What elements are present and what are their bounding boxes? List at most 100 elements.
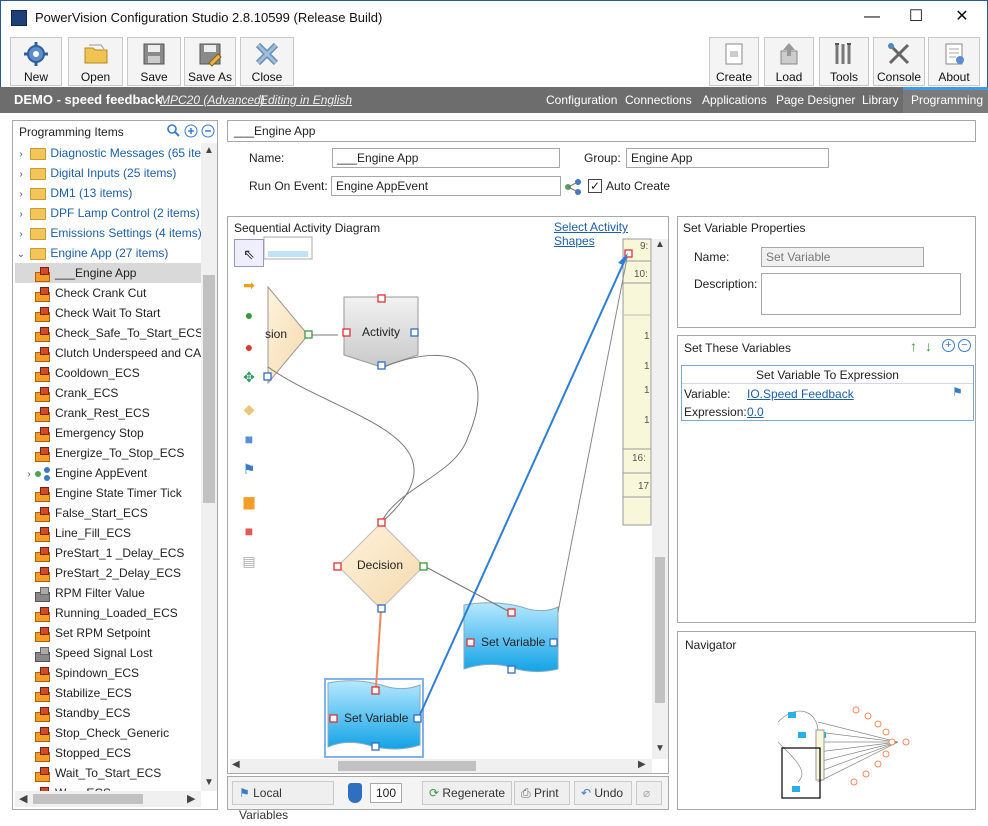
tree-item[interactable]: Clutch Underspeed and CAN — [15, 343, 203, 363]
zoom-input[interactable]: 100 — [370, 783, 402, 803]
scroll-up-arrow[interactable]: ▲ — [204, 145, 214, 156]
new-button[interactable]: New — [10, 37, 62, 86]
print-button[interactable]: ⎙ Print — [514, 781, 570, 805]
move-up-icon[interactable]: ↑ — [910, 338, 917, 354]
tree-item[interactable]: Set RPM Setpoint — [15, 623, 203, 643]
end-node-icon[interactable]: ● — [234, 333, 264, 361]
prop-name-input[interactable]: Set Variable — [761, 247, 924, 267]
variable-picker-icon[interactable]: ⚑ — [952, 385, 963, 399]
scroll-up-arrow[interactable]: ▲ — [655, 239, 665, 250]
device-link[interactable]: MPC20 (Advanced) — [160, 93, 265, 107]
maximize-button[interactable]: ☐ — [893, 1, 939, 35]
diagram-horizontal-scrollbar[interactable]: ◀ ▶ — [230, 759, 652, 773]
tree-item[interactable]: ___Engine App — [15, 263, 203, 283]
tree-item[interactable]: RPM Filter Value — [15, 583, 203, 603]
tree-item[interactable]: Energize_To_Stop_ECS — [15, 443, 203, 463]
hscroll-thumb[interactable] — [33, 794, 143, 804]
scroll-thumb[interactable] — [203, 275, 215, 503]
language-link[interactable]: Editing in English — [260, 93, 352, 107]
set-variable-tool-icon[interactable]: ⚑ — [234, 455, 264, 483]
stop-tool-icon[interactable]: ■ — [234, 517, 264, 545]
expression-link[interactable]: 0.0 — [747, 405, 764, 419]
clear-button[interactable]: ⌀ — [636, 781, 662, 805]
event-tree-icon[interactable] — [564, 178, 582, 196]
console-button[interactable]: Console — [873, 37, 925, 86]
tab-library[interactable]: Library — [862, 93, 899, 107]
tree-item[interactable]: Speed Signal Lost — [15, 643, 203, 663]
scroll-left-arrow[interactable]: ◀ — [19, 792, 27, 805]
tree-folder[interactable]: › Digital Inputs (25 items) — [15, 163, 203, 183]
tree-folder[interactable]: › Diagnostic Messages (65 items) — [15, 143, 203, 163]
tree-item[interactable]: Spindown_ECS — [15, 663, 203, 683]
tree-item[interactable]: Cooldown_ECS — [15, 363, 203, 383]
tree-vertical-scrollbar[interactable]: ▲ ▼ — [201, 143, 217, 791]
tree-item[interactable]: False_Start_ECS — [15, 503, 203, 523]
tab-page-designer[interactable]: Page Designer — [776, 93, 855, 107]
open-button[interactable]: Open — [68, 37, 123, 86]
scroll-right-arrow[interactable]: ▶ — [187, 792, 195, 805]
start-node-icon[interactable]: ● — [234, 301, 264, 329]
tree-item[interactable]: W___ECS — [15, 783, 203, 791]
tree-item[interactable]: Running_Loaded_ECS — [15, 603, 203, 623]
regenerate-button[interactable]: ⟳ Regenerate — [422, 781, 512, 805]
tree-item[interactable]: › Engine AppEvent — [15, 463, 203, 483]
tree-folder[interactable]: › DPF Lamp Control (2 items) — [15, 203, 203, 223]
group-input[interactable]: Engine App — [626, 148, 829, 168]
chevron-right-icon[interactable]: › — [15, 225, 27, 245]
tab-configuration[interactable]: Configuration — [546, 93, 617, 107]
tree-item[interactable]: PreStart_2_Delay_ECS — [15, 563, 203, 583]
tab-connections[interactable]: Connections — [625, 93, 692, 107]
tree-horizontal-scrollbar[interactable]: ◀ ▶ — [15, 791, 201, 807]
activity-diagram-canvas[interactable]: Sequential Activity Diagram Select Activ… — [227, 216, 669, 774]
undo-button[interactable]: ↶ Undo — [574, 781, 632, 805]
pointer-tool-icon[interactable]: ⇖ — [234, 239, 264, 267]
variable-link[interactable]: IO.Speed Feedback — [747, 387, 854, 401]
scroll-left-arrow[interactable]: ◀ — [232, 759, 240, 770]
navigator-minimap[interactable] — [758, 702, 913, 802]
tree-item[interactable]: PreStart_1 _Delay_ECS — [15, 543, 203, 563]
prop-description-input[interactable] — [761, 273, 961, 315]
chevron-right-icon[interactable]: › — [15, 165, 27, 185]
connector-tool-icon[interactable]: ➡ — [234, 271, 264, 299]
chevron-down-icon[interactable]: ⌄ — [15, 245, 27, 265]
chevron-right-icon[interactable]: › — [15, 185, 27, 205]
tab-programming[interactable]: Programming — [903, 87, 988, 113]
sub-activity-tool-icon[interactable]: ▆ — [234, 487, 264, 515]
tree-item[interactable]: Line_Fill_ECS — [15, 523, 203, 543]
tree-item[interactable]: Engine State Timer Tick — [15, 483, 203, 503]
remove-variable-icon[interactable]: − — [958, 339, 971, 352]
create-button[interactable]: Create — [709, 37, 759, 86]
event-input[interactable]: Engine AppEvent — [331, 176, 561, 196]
comment-tool-icon[interactable]: ▤ — [234, 547, 264, 575]
tab-applications[interactable]: Applications — [702, 93, 767, 107]
chevron-right-icon[interactable]: › — [23, 465, 35, 485]
tree-folder[interactable]: ⌄ Engine App (27 items) — [15, 243, 203, 263]
activity-tool-icon[interactable]: ■ — [234, 425, 264, 453]
about-button[interactable]: About — [928, 37, 980, 86]
tree-item[interactable]: Stop_Check_Generic — [15, 723, 203, 743]
scroll-down-arrow[interactable]: ▼ — [204, 777, 214, 788]
tree-item[interactable]: Standby_ECS — [15, 703, 203, 723]
minimize-button[interactable]: — — [849, 1, 895, 35]
tree-item[interactable]: Check Wait To Start — [15, 303, 203, 323]
tree-item[interactable]: Wait_To_Start_ECS — [15, 763, 203, 783]
close-file-button[interactable]: Close — [240, 37, 294, 86]
tree-folder[interactable]: › DM1 (13 items) — [15, 183, 203, 203]
auto-create-checkbox[interactable]: ✓ — [588, 179, 602, 193]
tree-item[interactable]: Check_Safe_To_Start_ECS — [15, 323, 203, 343]
tree-item[interactable]: Crank_ECS — [15, 383, 203, 403]
load-button[interactable]: Load — [764, 37, 814, 86]
tree-item[interactable]: Check Crank Cut — [15, 283, 203, 303]
tools-button[interactable]: Tools — [819, 37, 869, 86]
scroll-thumb[interactable] — [655, 557, 665, 703]
close-window-button[interactable]: ✕ — [939, 1, 985, 35]
tree-item[interactable]: Stabilize_ECS — [15, 683, 203, 703]
tree-item[interactable]: Stopped_ECS — [15, 743, 203, 763]
chevron-right-icon[interactable]: › — [15, 205, 27, 225]
chevron-right-icon[interactable]: › — [15, 145, 27, 165]
decision-tool-icon[interactable]: ◆ — [234, 395, 264, 423]
fork-node-icon[interactable]: ✥ — [234, 363, 264, 391]
local-variables-button[interactable]: ⚑ Local Variables — [232, 781, 334, 822]
move-down-icon[interactable]: ↓ — [925, 338, 932, 354]
add-variable-icon[interactable]: + — [942, 339, 955, 352]
